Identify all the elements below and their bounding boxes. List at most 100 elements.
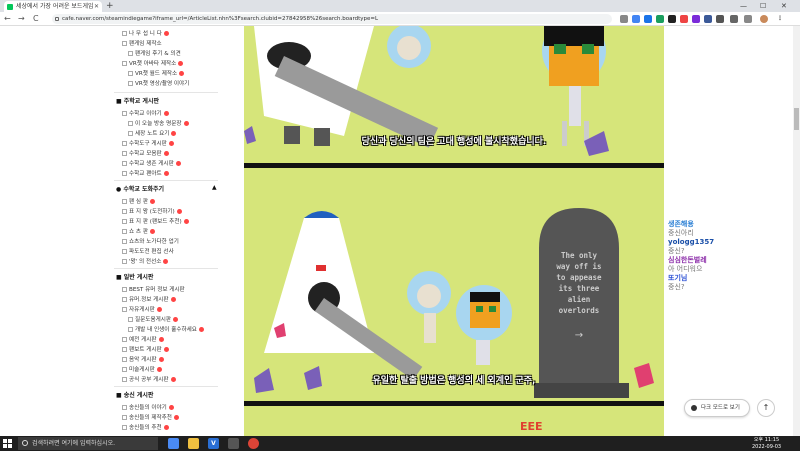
windows-taskbar: 검색하려면 여기에 입력하십시오. V 오후 11:15 2022-09-03 [0,436,800,451]
sidebar-item[interactable]: 팬게임 후기 & 의견 [128,50,181,58]
sidebar-item[interactable]: 파도도전 편집 선사 [122,248,174,256]
subtitle-caption: 당신과 당신의 팀은 고대 행성에 불시착했습니다. [361,137,547,147]
chat-username: 또기님 [668,274,688,282]
sidebar-item[interactable]: 개발 내 인생이 훌수하세요 [128,326,204,334]
extension-icon[interactable] [692,15,700,23]
task-view-icon[interactable] [168,438,179,449]
sidebar-item[interactable]: 수학도구 게시판 [122,140,174,148]
sidebar-item[interactable]: 수학교 생존 게시판 [122,160,181,168]
divider [114,92,218,93]
dark-mode-button[interactable]: 다크 모드로 보기 [684,399,750,417]
svg-text:The only: The only [561,251,598,260]
chat-username: yologg1357 [668,238,715,246]
sidebar-item[interactable]: 음악 게시판 [122,356,164,364]
divider [114,268,218,269]
sidebar-item[interactable]: 쇼츠와 노가다한 업기 [122,238,179,246]
extension-icon[interactable] [644,15,652,23]
sidebar-item[interactable]: 수학교 모음판 [122,150,169,158]
sidebar-item[interactable]: 팬게임 제작소 [122,40,162,48]
svg-text:overlords: overlords [559,306,600,315]
sidebar-item[interactable]: 세장 노트 요기 [128,130,177,138]
puzzle-icon[interactable] [730,15,738,23]
sidebar-item[interactable]: 자유게시판 [122,306,162,314]
sidebar-item[interactable]: 표 지 판 (팬보드 추천) [122,218,189,226]
chrome-icon[interactable] [248,438,259,449]
lock-icon [55,17,59,21]
sidebar-item[interactable]: VR챗 영상/촬영 이야기 [128,80,189,88]
sidebar-section-heading: ■ 주학교 게시판 [116,98,159,105]
more-menu-icon[interactable]: ⋮ [776,15,784,23]
windows-start-icon[interactable] [3,439,12,448]
profile-avatar[interactable] [760,15,768,23]
chat-username: 생존해용 [668,220,694,228]
browser-tab-bar: 세상에서 가장 어려운 보드게임 ✕ + — ☐ ✕ [0,0,800,12]
comic-panel: 당신과 당신의 팀은 고대 행성에 불시착했습니다. [244,26,664,163]
sidebar-section-heading: ■ 송신 게시판 [116,392,154,399]
sidebar-item[interactable]: 수학교 팬아트 [122,170,169,178]
search-placeholder: 검색하려면 여기에 입력하십시오. [32,440,116,447]
extension-icon[interactable] [716,15,724,23]
file-explorer-icon[interactable] [188,438,199,449]
svg-text:alien: alien [568,295,591,304]
sidebar-item[interactable]: 쇼 츠 판 [122,228,155,236]
forward-button[interactable]: → [18,12,25,26]
divider [114,180,218,181]
cafe-sidebar: 나 무 섭 니 다 팬게임 제작소 팬게임 후기 & 의견 VR챗 아바타 제작… [108,26,218,436]
extension-icon[interactable] [704,15,712,23]
page-scrollbar[interactable] [793,26,800,436]
taskbar-search-input[interactable]: 검색하려면 여기에 입력하십시오. [18,437,158,450]
maximize-button[interactable]: ☐ [760,0,766,12]
chat-message: 아 어디워으 [668,265,703,273]
sidebar-item[interactable]: 질문도움게시판 [128,316,179,324]
sidebar-item[interactable]: 송신들의 이야기 [122,404,174,412]
sidebar-item[interactable]: 송신들의 제작추천 [122,414,179,422]
extension-icon[interactable] [620,15,628,23]
dark-mode-label: 다크 모드로 보기 [701,405,740,411]
search-icon [22,440,28,446]
sidebar-icon[interactable] [744,15,752,23]
extension-icon[interactable] [656,15,664,23]
svg-text:way off is: way off is [556,262,601,271]
sidebar-item[interactable]: 유머.정보 게시판 [122,296,176,304]
sidebar-item[interactable]: 팬 심 판 [122,198,155,206]
scrollbar-thumb[interactable] [794,108,799,130]
scroll-to-top-button[interactable]: ↑ [757,399,775,417]
sidebar-item[interactable]: VR챗 아바타 제작소 [122,60,184,68]
naver-cafe-favicon-icon [7,4,13,10]
minimize-button[interactable]: — [740,0,747,12]
app-icon[interactable] [228,438,239,449]
sidebar-item[interactable]: 미술게시판 [122,366,162,374]
back-button[interactable]: ← [4,12,11,26]
browser-tab[interactable]: 세상에서 가장 어려운 보드게임 ✕ [4,1,102,12]
sidebar-item[interactable]: 송신들의 추천 [122,424,169,432]
sidebar-item[interactable]: 나 무 섭 니 다 [122,30,169,38]
extension-icon[interactable] [668,15,676,23]
system-clock[interactable]: 오후 11:15 2022-09-03 [752,437,781,450]
comic-panel: EEE [244,406,664,436]
close-tab-icon[interactable]: ✕ [94,1,99,12]
chat-username: 심심한돈벌레 [668,256,707,264]
sidebar-item[interactable]: 공식 공부 게시판 [122,376,176,384]
sidebar-item[interactable]: BEST 유머 정보 게시판 [122,286,185,294]
extension-icon[interactable] [632,15,640,23]
extension-icons: ⋮ [620,14,800,24]
new-tab-button[interactable]: + [106,0,114,12]
close-window-button[interactable]: ✕ [781,0,787,12]
sidebar-item[interactable]: VR챗 월드 제작소 [128,70,185,78]
sidebar-item[interactable]: 수학교 이야기 [122,110,169,118]
reload-button[interactable]: C [33,12,39,26]
chat-message: 중신? [668,247,685,255]
panel-peek-text: EEE [520,420,543,433]
svg-text:its three: its three [559,284,600,293]
vegas-app-icon[interactable]: V [208,438,219,449]
extension-icon[interactable] [680,15,688,23]
url-bar[interactable]: cafe.naver.com/steamindiegame?iframe_url… [52,14,612,24]
sidebar-item[interactable]: 팬보트 게시판 [122,346,169,354]
sidebar-item[interactable]: 이 오늘 방송 명문장 [128,120,189,128]
sidebar-section-heading[interactable]: ● 수학교 도화주기 ▲ [116,184,217,193]
sidebar-item[interactable]: 표 지 왕 (도전하기) [122,208,182,216]
subtitle-caption: 유일한 탈출 방법은 행성의 세 외계인 군주, [372,376,536,386]
panel-illustration: The only way off is to appease its three… [254,208,654,398]
sidebar-item[interactable]: '왕' 의 전선소 [122,258,169,266]
sidebar-item[interactable]: 예전 게시판 [122,336,164,344]
